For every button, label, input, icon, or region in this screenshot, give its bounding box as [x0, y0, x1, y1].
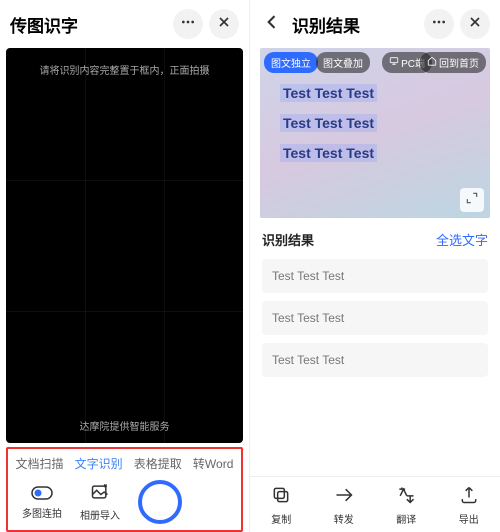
multishot-tool[interactable]: 多图连拍: [22, 484, 62, 520]
result-item[interactable]: Test Test Test: [262, 301, 488, 335]
mode-tabs-highlight: 文档扫描 文字识别 表格提取 转Word 多图连拍 相册导入: [6, 447, 243, 532]
camera-footer: 达摩院提供智能服务: [6, 418, 243, 433]
pill-home[interactable]: 回到首页: [420, 52, 486, 73]
copy-icon: [271, 485, 291, 508]
camera-viewfinder[interactable]: 请将识别内容完整置于框内，正面拍摄 达摩院提供智能服务: [6, 48, 243, 443]
close-icon: [467, 14, 483, 35]
tab-to-word[interactable]: 转Word: [193, 455, 233, 472]
gallery-icon: [90, 482, 110, 505]
tab-text-ocr[interactable]: 文字识别: [75, 455, 123, 472]
close-icon: [216, 14, 232, 35]
close-button-right[interactable]: [460, 9, 490, 39]
home-icon: [427, 56, 437, 69]
multishot-label: 多图连拍: [22, 505, 62, 520]
mode-tabs: 文档扫描 文字识别 表格提取 转Word: [8, 449, 241, 474]
close-button[interactable]: [209, 9, 239, 39]
more-icon: [180, 14, 196, 35]
pill-mode-independent[interactable]: 图文独立: [264, 52, 318, 73]
forward-button[interactable]: 转发: [334, 485, 354, 526]
left-title: 传图识字: [10, 12, 167, 37]
result-panel: 识别结果 Test Test Test Test Test Test Test …: [250, 0, 500, 532]
tab-table-extract[interactable]: 表格提取: [134, 455, 182, 472]
ocr-box[interactable]: Test Test Test: [280, 84, 377, 102]
left-header: 传图识字: [0, 0, 249, 48]
bottom-action-bar: 复制 转发 翻译 导出: [250, 476, 500, 532]
grid-line: [164, 48, 165, 443]
capture-panel: 传图识字 请将识别内容完整置于框内，正面拍摄 达摩院提供智能服务 文档扫描 文字…: [0, 0, 250, 532]
grid-line: [85, 48, 86, 443]
preview-area: Test Test Test Test Test Test Test Test …: [260, 48, 490, 218]
more-button-right[interactable]: [424, 9, 454, 39]
translate-icon: [396, 485, 416, 508]
result-item[interactable]: Test Test Test: [262, 259, 488, 293]
expand-icon: [465, 191, 479, 210]
translate-button[interactable]: 翻译: [396, 485, 416, 526]
grid-line: [6, 180, 243, 181]
import-tool[interactable]: 相册导入: [80, 482, 120, 522]
multishot-icon: [31, 484, 53, 503]
back-button[interactable]: [260, 12, 284, 36]
import-label: 相册导入: [80, 507, 120, 522]
result-item[interactable]: Test Test Test: [262, 343, 488, 377]
right-header: 识别结果: [250, 0, 500, 48]
right-title: 识别结果: [292, 12, 418, 37]
ocr-box[interactable]: Test Test Test: [280, 144, 377, 162]
preview-image[interactable]: Test Test Test Test Test Test Test Test …: [260, 48, 490, 218]
shutter-button[interactable]: [138, 480, 182, 524]
pill-mode-overlay[interactable]: 图文叠加: [316, 52, 370, 73]
more-button[interactable]: [173, 9, 203, 39]
capture-tools: 多图连拍 相册导入: [8, 474, 241, 526]
grid-line: [6, 311, 243, 312]
copy-button[interactable]: 复制: [271, 485, 291, 526]
more-icon: [431, 14, 447, 35]
tab-doc-scan[interactable]: 文档扫描: [16, 455, 64, 472]
chevron-left-icon: [262, 12, 282, 37]
select-all-button[interactable]: 全选文字: [436, 230, 488, 249]
export-button[interactable]: 导出: [459, 485, 479, 526]
export-icon: [459, 485, 479, 508]
monitor-icon: [389, 56, 399, 69]
ocr-box[interactable]: Test Test Test: [280, 114, 377, 132]
expand-button[interactable]: [460, 188, 484, 212]
camera-hint: 请将识别内容完整置于框内，正面拍摄: [6, 62, 243, 77]
result-label: 识别结果: [262, 230, 314, 249]
result-header: 识别结果 全选文字: [250, 218, 500, 255]
forward-icon: [334, 485, 354, 508]
